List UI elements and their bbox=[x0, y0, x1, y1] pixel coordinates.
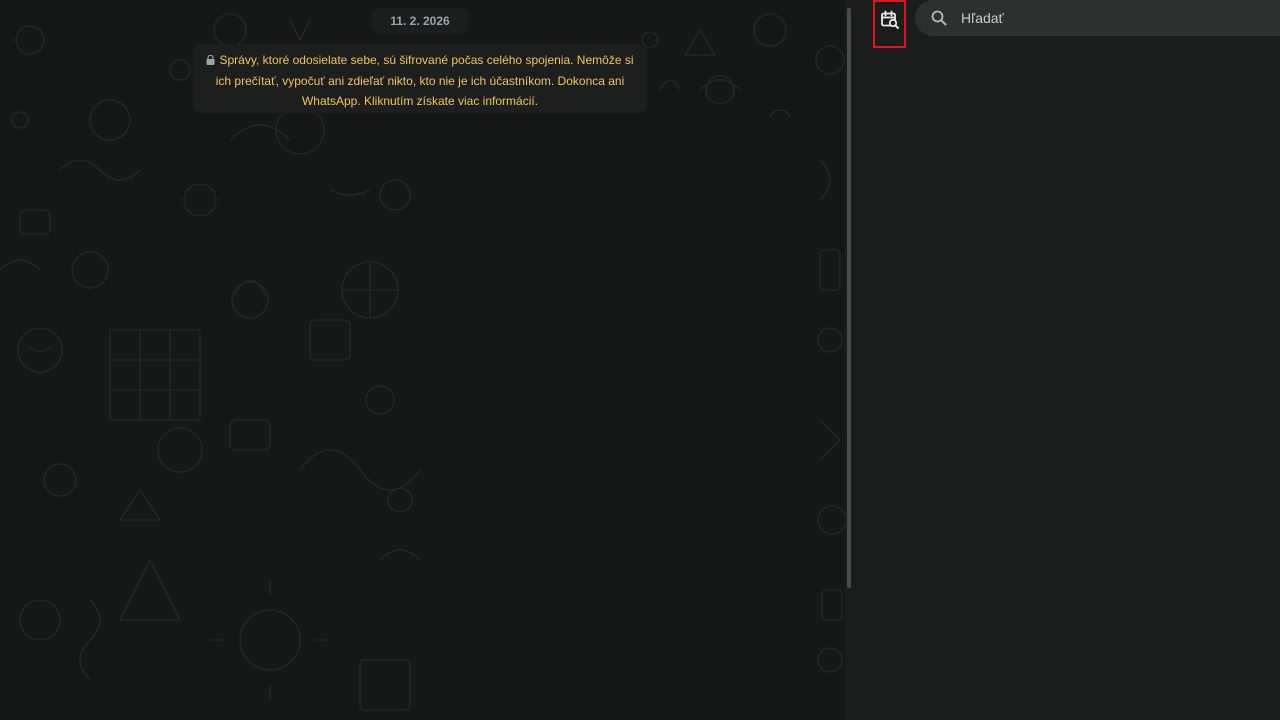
lock-icon bbox=[206, 51, 215, 71]
chat-empty-area bbox=[434, 118, 810, 720]
calendar-search-icon bbox=[880, 10, 900, 35]
search-box[interactable] bbox=[915, 0, 1280, 36]
chat-scrollbar[interactable] bbox=[845, 0, 853, 720]
encryption-notice[interactable]: Správy, ktoré odosielate sebe, sú šifrov… bbox=[193, 44, 647, 113]
whatsapp-window: 11. 2. 2026 Správy, ktoré odosielate seb… bbox=[0, 0, 1280, 720]
date-chip: 11. 2. 2026 bbox=[372, 8, 468, 34]
scrollbar-thumb[interactable] bbox=[847, 8, 851, 588]
search-icon bbox=[931, 10, 947, 26]
search-panel bbox=[853, 0, 1280, 720]
chat-pane[interactable]: 11. 2. 2026 Správy, ktoré odosielate seb… bbox=[0, 0, 845, 720]
search-input[interactable] bbox=[959, 9, 1263, 27]
search-by-date-button[interactable] bbox=[873, 0, 906, 48]
encryption-notice-text: Správy, ktoré odosielate sebe, sú šifrov… bbox=[215, 53, 634, 108]
